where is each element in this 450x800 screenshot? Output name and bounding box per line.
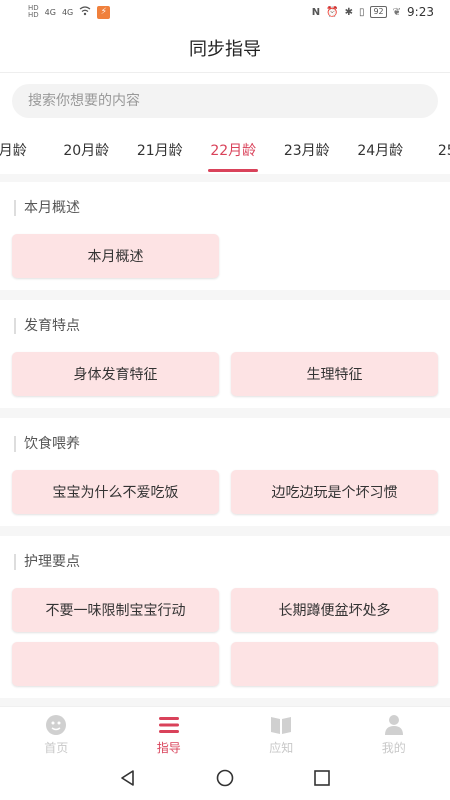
nav-label: 应知 (269, 740, 294, 755)
person-icon (382, 713, 406, 737)
tab-22-months[interactable]: 22月龄 (197, 128, 271, 174)
book-icon (269, 713, 293, 737)
restrict-movement-button[interactable]: 不要一味限制宝宝行动 (12, 588, 219, 632)
section-feeding: 饮食喂养 宝宝为什么不爱吃饭 边吃边玩是个坏习惯 (0, 418, 450, 526)
eating-while-playing-button[interactable]: 边吃边玩是个坏习惯 (231, 470, 438, 514)
recents-icon[interactable] (313, 769, 331, 791)
menu-icon (157, 713, 181, 737)
tab-25-months[interactable]: 25月 (417, 128, 450, 174)
body-development-button[interactable]: 身体发育特征 (12, 352, 219, 396)
nav-guide[interactable]: 指导 (113, 707, 226, 761)
back-icon[interactable] (119, 769, 137, 791)
more-care-button[interactable] (12, 642, 219, 686)
tab-24-months[interactable]: 24月龄 (344, 128, 418, 174)
app-notification-icon: ⚡ (97, 5, 111, 19)
nav-profile[interactable]: 我的 (338, 707, 450, 761)
alarm-icon: ⏰ (326, 6, 339, 18)
guide-content[interactable]: 本月概述 本月概述 发育特点 身体发育特征 生理特征 饮食喂养 宝宝为什么不爱吃… (0, 174, 450, 706)
tab-20-months[interactable]: 20月龄 (50, 128, 124, 174)
picky-eating-button[interactable]: 宝宝为什么不爱吃饭 (12, 470, 219, 514)
vibrate-icon: ▯ (358, 6, 365, 18)
section-title: 饮食喂养 (14, 436, 438, 452)
status-bar: HD HD 4G 4G ⚡ N ⏰ ✱ ▯ 92 ❦ 9:23 (0, 0, 450, 24)
potty-squatting-button[interactable]: 长期蹲便盆坏处多 (231, 588, 438, 632)
tab-month-partial[interactable]: 月龄 (0, 128, 50, 174)
nav-label: 指导 (156, 740, 181, 755)
bottom-nav: 首页 指导 应知 我的 (0, 706, 450, 761)
physiology-button[interactable]: 生理特征 (231, 352, 438, 396)
section-title: 本月概述 (14, 200, 438, 216)
home-icon (44, 713, 68, 737)
battery-icon: 92 (370, 6, 387, 18)
clock: 9:23 (407, 5, 434, 19)
title-bar: 同步指导 (0, 24, 450, 73)
nfc-icon: N (311, 6, 321, 18)
section-title: 护理要点 (14, 554, 438, 570)
nav-label: 首页 (44, 740, 69, 755)
nav-knowledge[interactable]: 应知 (225, 707, 338, 761)
section-overview: 本月概述 本月概述 (0, 182, 450, 290)
more-care-button-2[interactable] (231, 642, 438, 686)
search-input[interactable] (26, 92, 438, 110)
section-development: 发育特点 身体发育特征 生理特征 (0, 300, 450, 408)
leaf-icon: ❦ (392, 6, 402, 18)
wifi-icon (79, 5, 91, 19)
home-circle-icon[interactable] (216, 769, 234, 791)
tab-23-months[interactable]: 23月龄 (270, 128, 344, 174)
section-title: 发育特点 (14, 318, 438, 334)
hd-indicator: HD HD (28, 4, 39, 19)
overview-button[interactable]: 本月概述 (12, 234, 219, 278)
search-bar[interactable] (12, 84, 438, 118)
bluetooth-icon: ✱ (344, 6, 353, 18)
nav-home[interactable]: 首页 (0, 707, 113, 761)
system-nav-bar (0, 760, 450, 800)
nav-label: 我的 (381, 740, 406, 755)
signal-icon: 4G (44, 7, 56, 17)
signal-icon-2: 4G (61, 7, 74, 17)
month-tabs: 月龄 20月龄 21月龄 22月龄 23月龄 24月龄 25月 (0, 128, 450, 174)
page-title: 同步指导 (189, 39, 261, 60)
section-care: 护理要点 不要一味限制宝宝行动 长期蹲便盆坏处多 (0, 536, 450, 698)
tab-21-months[interactable]: 21月龄 (123, 128, 197, 174)
